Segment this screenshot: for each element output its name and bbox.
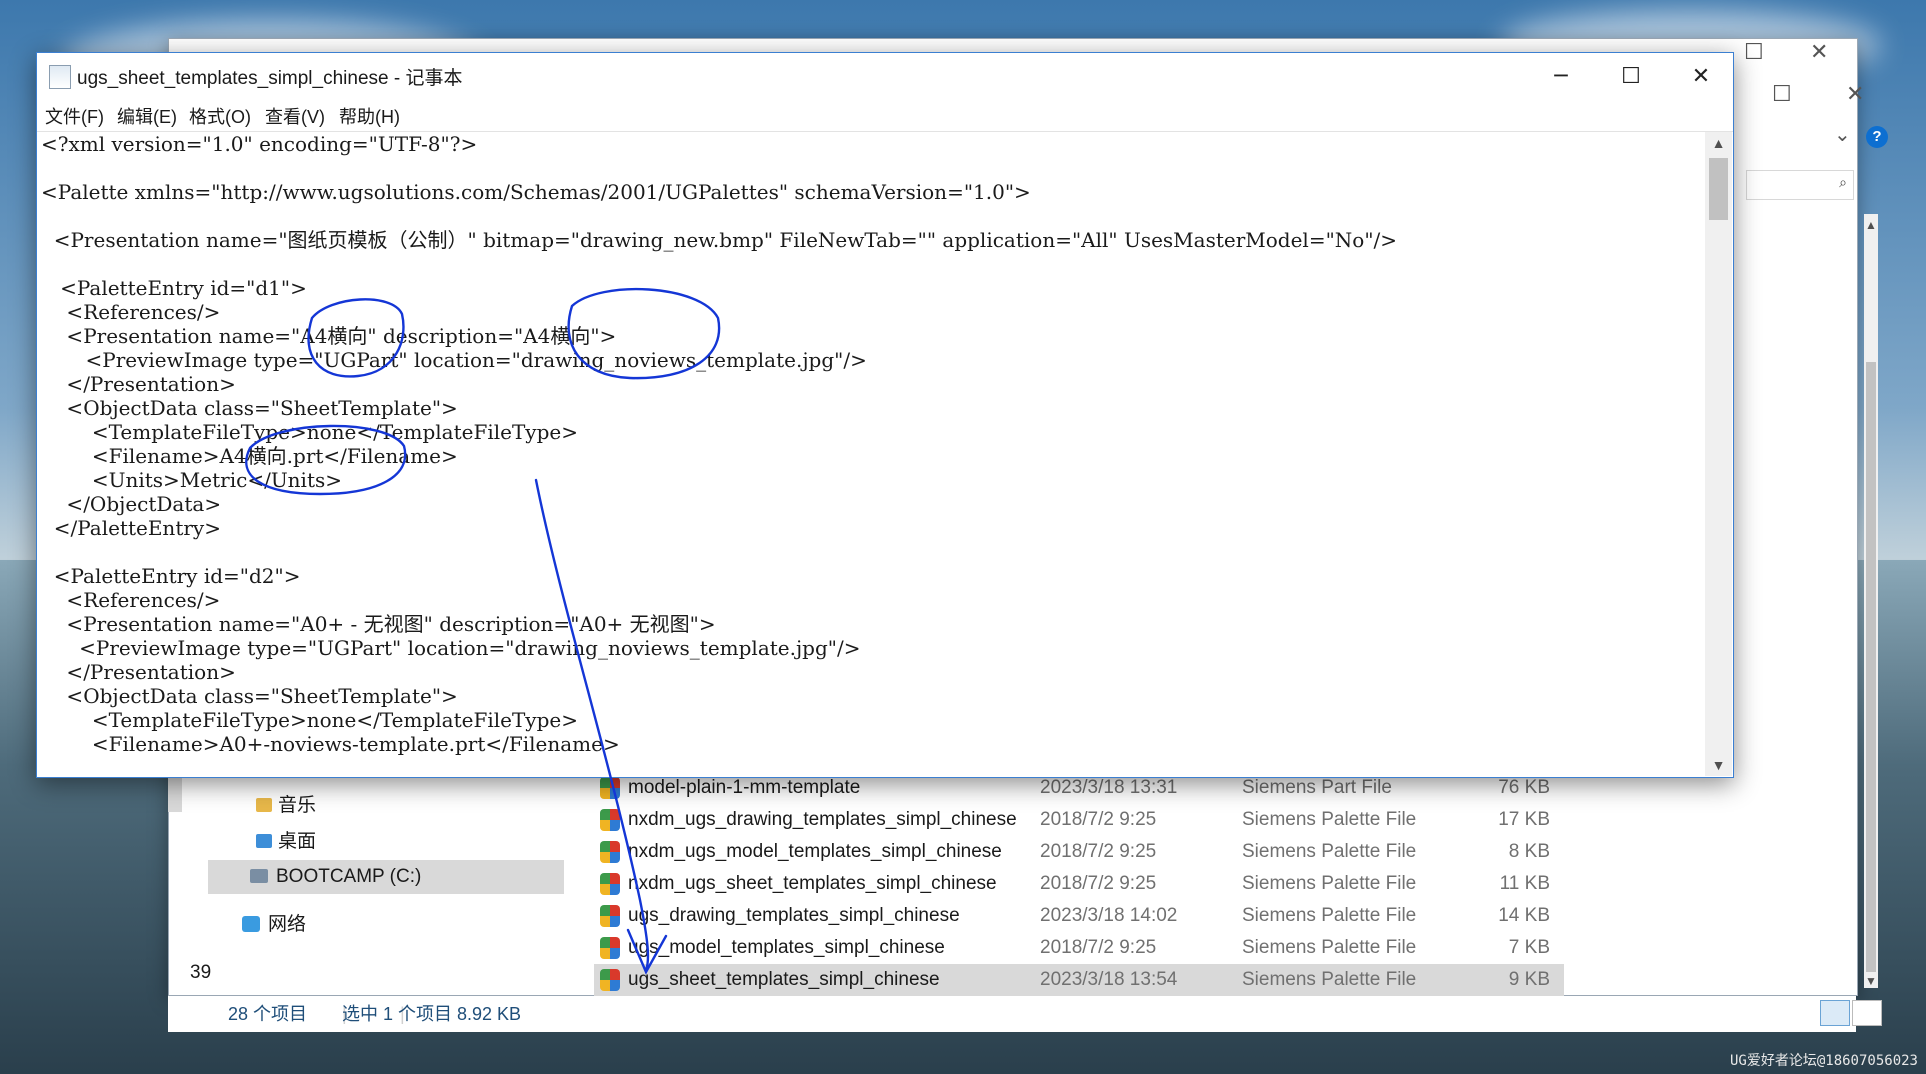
palette-file-icon	[600, 873, 620, 895]
menu-format[interactable]: 格式(O)	[189, 103, 251, 129]
nav-label: 桌面	[278, 831, 317, 852]
nav-item-music[interactable]: 音乐	[256, 789, 316, 823]
file-name: nxdm_ugs_drawing_templates_simpl_chinese	[628, 809, 1017, 830]
ribbon-expand-chevron-icon[interactable]: ⌄	[1834, 122, 1851, 146]
text-editor-area[interactable]: <?xml version="1.0" encoding="UTF-8"?> <…	[37, 132, 1705, 776]
search-icon: ⌕	[1839, 174, 1847, 190]
file-row[interactable]: nxdm_ugs_drawing_templates_simpl_chinese…	[594, 804, 1564, 836]
file-name: nxdm_ugs_model_templates_simpl_chinese	[628, 841, 1002, 862]
editor-vertical-scrollbar[interactable]: ▲ ▼	[1705, 132, 1732, 776]
file-date: 2018/7/2 9:25	[1040, 841, 1157, 862]
nav-label: 音乐	[278, 795, 317, 816]
palette-file-icon	[600, 809, 620, 831]
menu-help[interactable]: 帮助(H)	[339, 103, 400, 129]
file-type: Siemens Palette File	[1242, 809, 1417, 830]
scroll-up-icon[interactable]: ▲	[1864, 218, 1878, 232]
explorer-close-button[interactable]: ✕	[1810, 40, 1828, 65]
notepad-title-bar[interactable]: ugs_sheet_templates_simpl_chinese - 记事本 …	[37, 53, 1733, 99]
file-row[interactable]: nxdm_ugs_sheet_templates_simpl_chinese 20…	[594, 868, 1564, 900]
file-size: 14 KB	[1498, 905, 1550, 926]
file-date: 2018/7/2 9:25	[1040, 809, 1157, 830]
file-size: 17 KB	[1498, 809, 1550, 830]
menu-file[interactable]: 文件(F)	[45, 103, 104, 129]
scroll-down-icon[interactable]: ▼	[1864, 974, 1878, 988]
file-name: nxdm_ugs_sheet_templates_simpl_chinese	[628, 873, 997, 894]
nav-item-network[interactable]: 网络	[242, 908, 306, 942]
xml-document-text: <?xml version="1.0" encoding="UTF-8"?> <…	[41, 132, 1398, 756]
file-row[interactable]: ugs_model_templates_simpl_chinese 2018/7/…	[594, 932, 1564, 964]
file-size: 11 KB	[1499, 873, 1550, 894]
item-count: 28 个项目	[228, 1004, 308, 1024]
menu-view[interactable]: 查看(V)	[265, 103, 325, 129]
file-size: 8 KB	[1508, 841, 1550, 862]
window-title: ugs_sheet_templates_simpl_chinese - 记事本	[77, 68, 463, 89]
maximize-button[interactable]: ☐	[1601, 57, 1661, 97]
explorer-maximize-button-2[interactable]: ☐	[1772, 82, 1792, 107]
file-date: 2018/7/2 9:25	[1040, 873, 1157, 894]
palette-file-icon	[600, 905, 620, 927]
file-name: ugs_model_templates_simpl_chinese	[628, 937, 945, 958]
menu-edit[interactable]: 编辑(E)	[117, 103, 177, 129]
file-date: 2023/3/18 14:02	[1040, 905, 1178, 926]
file-date: 2023/3/18 13:54	[1040, 969, 1178, 990]
drive-icon	[250, 869, 268, 883]
file-type: Siemens Palette File	[1242, 841, 1417, 862]
close-button[interactable]: ✕	[1671, 57, 1731, 97]
watermark-text: UG爱好者论坛@18607056023	[1729, 1053, 1918, 1069]
nav-item-desktop[interactable]: 桌面	[256, 825, 316, 859]
file-date: 2018/7/2 9:25	[1040, 937, 1157, 958]
help-icon[interactable]: ?	[1866, 126, 1888, 148]
file-type: Siemens Palette File	[1242, 873, 1417, 894]
file-row[interactable]: ugs_drawing_templates_simpl_chinese 2023/…	[594, 900, 1564, 932]
palette-file-icon	[600, 969, 620, 991]
notepad-icon	[49, 65, 71, 89]
selection-info-text: 选中 1 个项目 8.92 KB	[342, 1004, 522, 1024]
palette-file-icon	[600, 777, 620, 799]
palette-file-icon	[600, 937, 620, 959]
status-bar: 28 个项目 | | 选中 1 个项目 8.92 KB	[168, 996, 1856, 1032]
nav-label: 网络	[268, 914, 307, 935]
network-icon	[242, 916, 260, 932]
menu-bar: 文件(F) 编辑(E) 格式(O) 查看(V) 帮助(H)	[37, 99, 1733, 132]
file-type: Siemens Palette File	[1242, 969, 1417, 990]
file-size: 7 KB	[1508, 937, 1550, 958]
left-edge-count-text: 39	[190, 962, 212, 983]
file-row[interactable]: ugs_sheet_templates_simpl_chinese 2023/3/…	[594, 964, 1564, 996]
scroll-down-arrow-icon[interactable]: ▼	[1705, 754, 1732, 776]
details-view-button[interactable]	[1820, 1000, 1850, 1026]
explorer-close-button-2[interactable]: ✕	[1846, 82, 1864, 107]
search-input[interactable]: ⌕	[1746, 170, 1854, 200]
desktop-folder-icon	[256, 834, 272, 848]
music-folder-icon	[256, 798, 272, 812]
nav-item-bootcamp-drive[interactable]: BOOTCAMP (C:)	[208, 860, 564, 894]
file-type: Siemens Palette File	[1242, 937, 1417, 958]
nav-gutter	[168, 776, 182, 812]
notepad-window: ugs_sheet_templates_simpl_chinese - 记事本 …	[36, 52, 1734, 778]
editor-scroll-thumb[interactable]	[1709, 158, 1728, 220]
minimize-button[interactable]: ─	[1531, 57, 1591, 97]
file-type: Siemens Palette File	[1242, 905, 1417, 926]
nav-label: BOOTCAMP (C:)	[276, 866, 422, 887]
explorer-right-pane	[1720, 68, 1856, 978]
palette-file-icon	[600, 841, 620, 863]
file-name: ugs_sheet_templates_simpl_chinese	[628, 969, 940, 990]
file-size: 9 KB	[1508, 969, 1550, 990]
file-row[interactable]: nxdm_ugs_model_templates_simpl_chinese 20…	[594, 836, 1564, 868]
explorer-maximize-button[interactable]: ☐	[1744, 40, 1764, 65]
file-name: ugs_drawing_templates_simpl_chinese	[628, 905, 960, 926]
large-icons-view-button[interactable]	[1852, 1000, 1882, 1026]
explorer-scroll-thumb[interactable]	[1866, 362, 1876, 972]
scroll-up-arrow-icon[interactable]: ▲	[1705, 132, 1732, 154]
